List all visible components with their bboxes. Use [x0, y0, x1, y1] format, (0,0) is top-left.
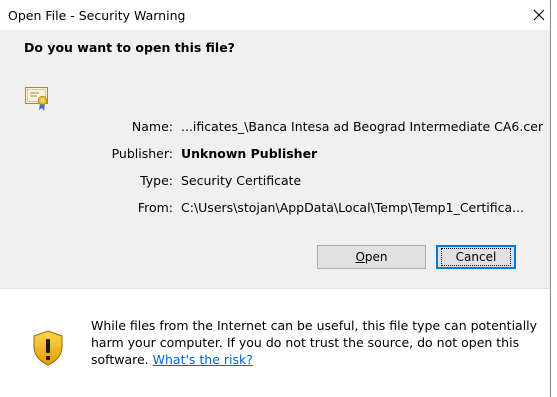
name-value: ...ificates_\Banca Intesa ad Beograd Int… — [181, 119, 544, 134]
type-value: Security Certificate — [181, 173, 302, 188]
publisher-label: Publisher: — [111, 146, 173, 161]
window-title: Open File - Security Warning — [8, 8, 186, 23]
file-name-row: Name: ...ificates_\Banca Intesa ad Beogr… — [0, 119, 550, 135]
name-label: Name: — [131, 119, 173, 134]
type-label: Type: — [140, 173, 173, 188]
open-accelerator-key: O — [355, 250, 365, 264]
open-button[interactable]: Open — [317, 245, 426, 269]
title-bar: Open File - Security Warning — [0, 0, 550, 30]
publisher-value: Unknown Publisher — [181, 146, 318, 161]
type-row: Type: Security Certificate — [0, 173, 550, 189]
publisher-row: Publisher: Unknown Publisher — [0, 146, 550, 162]
warning-message: While files from the Internet can be use… — [91, 317, 551, 368]
shield-warning-icon — [32, 330, 64, 369]
whats-the-risk-link[interactable]: What's the risk? — [153, 352, 253, 367]
question-heading: Do you want to open this file? — [24, 40, 235, 55]
security-warning-dialog: Open File - Security Warning Do you want… — [0, 0, 551, 397]
cancel-button[interactable]: Cancel — [436, 245, 516, 269]
open-label-rest: pen — [364, 250, 388, 264]
from-value: C:\Users\stojan\AppData\Local\Temp\Temp1… — [181, 200, 525, 215]
close-icon — [533, 9, 545, 21]
open-button-label: Open — [355, 250, 387, 264]
certificate-icon — [24, 84, 50, 115]
cancel-button-label: Cancel — [440, 248, 512, 266]
from-row: From: C:\Users\stojan\AppData\Local\Temp… — [0, 200, 550, 216]
close-button[interactable] — [526, 2, 552, 28]
from-label: From: — [137, 200, 173, 215]
